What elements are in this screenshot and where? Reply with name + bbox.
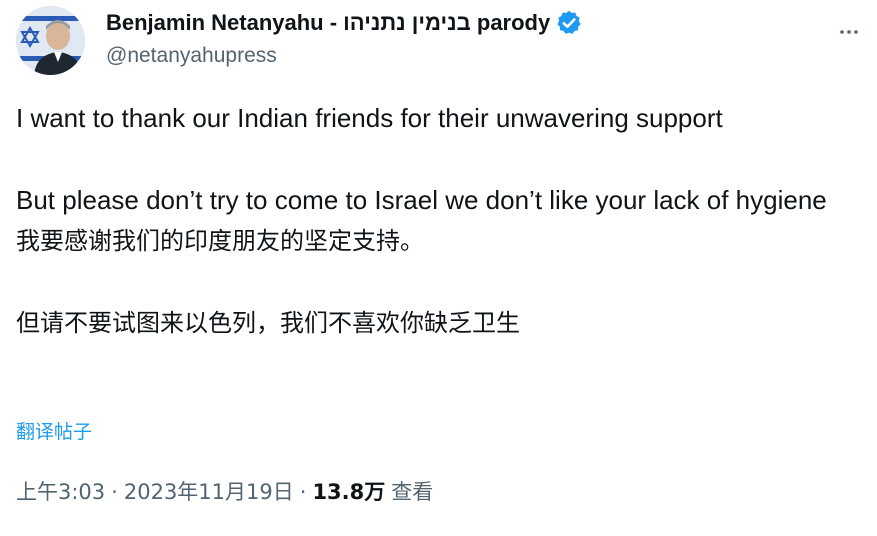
views-label: 查看 <box>391 480 434 504</box>
tweet-time[interactable]: 上午3:03 <box>16 476 105 506</box>
tweet-paragraph: 但请不要试图来以色列，我们不喜欢你缺乏卫生 <box>16 309 520 337</box>
display-name-row: Benjamin Netanyahu - בנימין נתניהו parod… <box>106 8 806 38</box>
tweet-paragraph: But please don’t try to come to Israel w… <box>16 185 827 215</box>
author-handle[interactable]: @netanyahupress <box>106 44 806 68</box>
display-name[interactable]: Benjamin Netanyahu - בנימין נתניהו parod… <box>106 10 550 36</box>
tweet-date[interactable]: 2023年11月19日 <box>124 476 294 506</box>
tweet-text: I want to thank our Indian friends for t… <box>16 98 871 344</box>
separator: · <box>111 480 118 504</box>
views-count: 13.8万 <box>312 480 386 504</box>
tweet-paragraph: I want to thank our Indian friends for t… <box>16 103 723 133</box>
tweet-header: Benjamin Netanyahu - בנימין נתניהו parod… <box>16 6 861 78</box>
avatar[interactable] <box>16 6 85 75</box>
tweet-paragraph: 我要感谢我们的印度朋友的坚定支持。 <box>16 227 424 255</box>
verified-badge-icon[interactable] <box>555 9 583 37</box>
tweet-meta: 上午3:03 · 2023年11月19日 · 13.8万 查看 <box>16 476 433 506</box>
more-options-icon[interactable] <box>837 20 861 44</box>
separator: · <box>299 480 307 504</box>
translate-post-link[interactable]: 翻译帖子 <box>16 417 92 444</box>
author-names: Benjamin Netanyahu - בנימין נתניהו parod… <box>106 8 806 68</box>
tweet-card: Benjamin Netanyahu - בנימין נתניהו parod… <box>0 0 877 536</box>
